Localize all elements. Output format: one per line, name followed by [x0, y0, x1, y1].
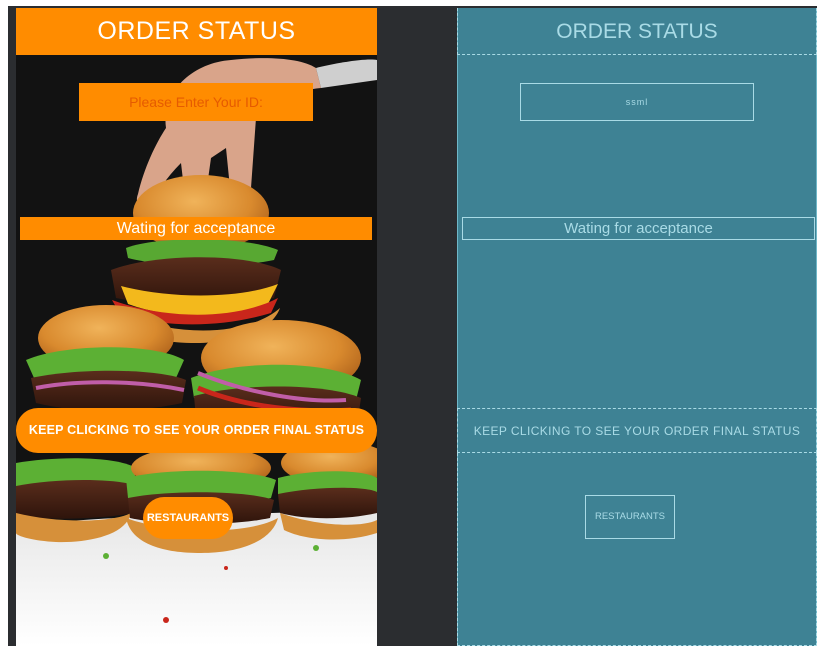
design-preview[interactable]: ORDER STATUS Wating for acceptance KEEP … — [16, 8, 377, 646]
blueprint-order-status-text[interactable]: Wating for acceptance — [462, 217, 815, 240]
blueprint-refresh-status-button[interactable]: KEEP CLICKING TO SEE YOUR ORDER FINAL ST… — [457, 408, 817, 453]
order-id-input[interactable] — [79, 83, 313, 121]
refresh-status-button[interactable]: KEEP CLICKING TO SEE YOUR ORDER FINAL ST… — [16, 408, 377, 453]
editor-stage: ORDER STATUS Wating for acceptance KEEP … — [0, 0, 817, 646]
blueprint-preview[interactable]: ORDER STATUS ssml Wating for acceptance … — [457, 8, 817, 646]
order-status-text: Wating for acceptance — [20, 217, 372, 240]
blueprint-restaurants-button[interactable]: RESTAURANTS — [585, 495, 675, 539]
blueprint-page-title[interactable]: ORDER STATUS — [457, 8, 817, 55]
page-title: ORDER STATUS — [16, 8, 377, 55]
blueprint-order-id-input[interactable]: ssml — [520, 83, 754, 121]
restaurants-button[interactable]: RESTAURANTS — [143, 497, 233, 539]
blueprint-bottom-container[interactable] — [457, 453, 817, 646]
